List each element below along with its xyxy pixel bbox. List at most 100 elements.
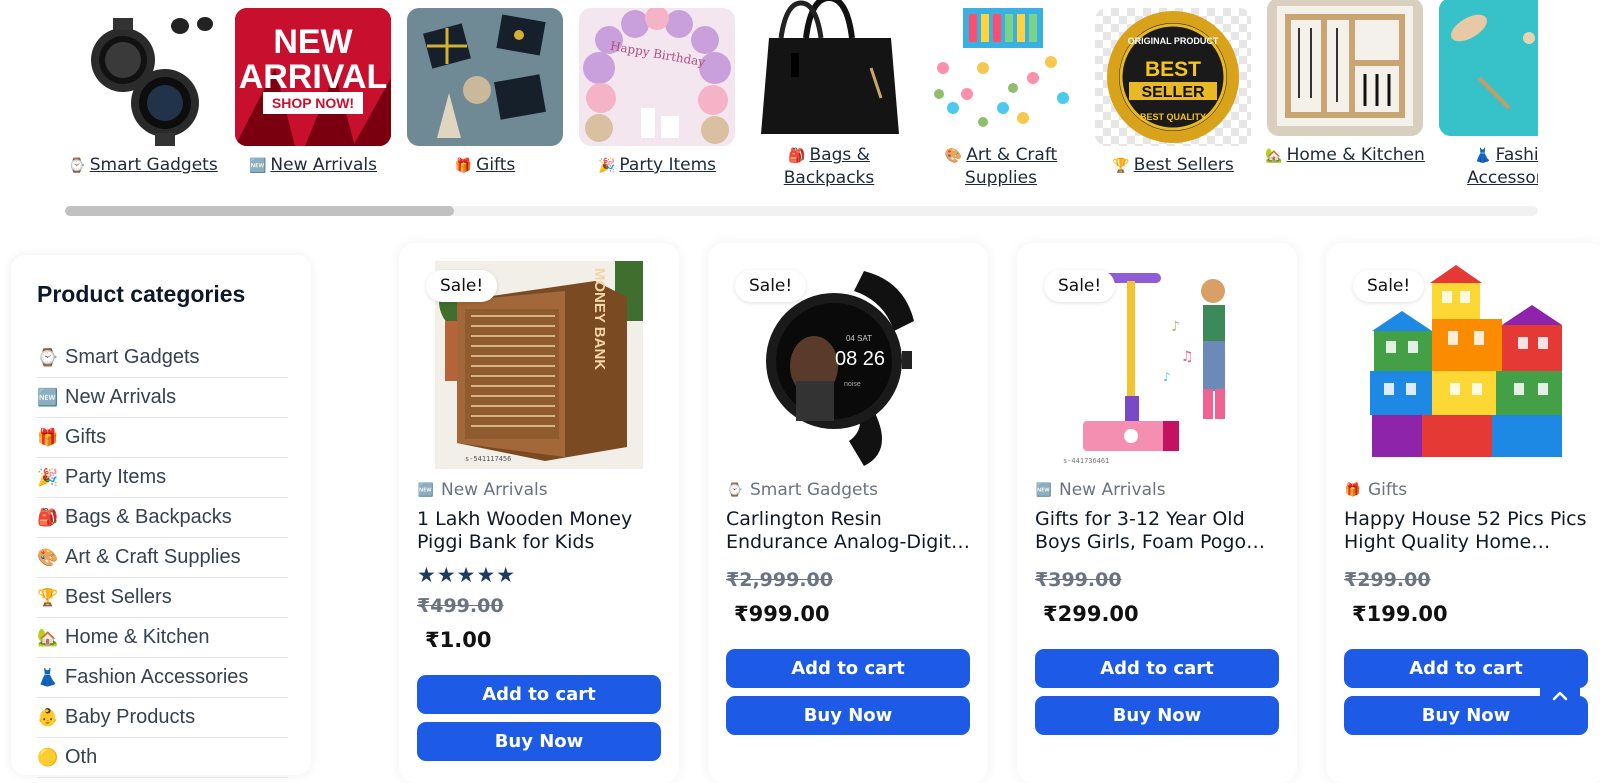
sidebar-item-bags[interactable]: 🎒 Bags & Backpacks: [37, 498, 288, 538]
watch-date: 04 SAT: [846, 334, 872, 343]
sidebar-item-gifts[interactable]: 🎁 Gifts: [37, 418, 288, 458]
watch-icon: ⌚: [37, 347, 59, 367]
sidebar-item-party-items[interactable]: 🎉 Party Items: [37, 458, 288, 498]
seal-main-text-1: BEST: [1145, 58, 1201, 81]
original-price: ₹299.00: [1344, 569, 1431, 591]
gift-icon: 🎁: [1344, 482, 1362, 498]
new-badge-icon: 🆕: [417, 482, 435, 498]
sidebar-item-label: Baby Products: [65, 706, 196, 728]
sidebar-item-label: Art & Craft Supplies: [65, 546, 241, 568]
product-title[interactable]: Carlington Resin Endurance Analog-Digita…: [726, 508, 971, 554]
best-sellers-image[interactable]: ORIGINAL PRODUCT BEST SELLER BEST QUALIT…: [1095, 8, 1251, 146]
sidebar-item-label: Party Items: [65, 466, 167, 488]
carousel-link-new-arrivals[interactable]: 🆕 New Arrivals: [229, 154, 397, 177]
product-card: ♪ ♫ ♪ s-441736461 Sale! 🆕 New Arrivals Gi…: [1017, 243, 1297, 783]
rating-stars: ★★★★★: [417, 563, 517, 587]
buy-now-button[interactable]: Buy Now: [417, 722, 661, 761]
house-icon: 🏡: [1265, 148, 1283, 164]
chevron-up-icon: [1552, 691, 1568, 701]
image-code: s-441736461: [1063, 457, 1109, 465]
sidebar-item-baby-products[interactable]: 👶 Baby Products: [37, 698, 288, 738]
add-to-cart-button[interactable]: Add to cart: [417, 675, 661, 714]
original-price: ₹499.00: [417, 595, 504, 617]
add-to-cart-button[interactable]: Add to cart: [1035, 649, 1279, 688]
sale-badge: Sale!: [1044, 270, 1116, 302]
carousel-link-art-craft[interactable]: 🎨 Art & Craft Supplies: [917, 144, 1085, 189]
bags-image[interactable]: [751, 0, 907, 136]
fashion-image[interactable]: [1439, 0, 1538, 136]
scroll-to-top-button[interactable]: [1540, 676, 1580, 716]
sale-price: ₹299.00: [1043, 602, 1139, 626]
carousel-link-party-items[interactable]: 🎉 Party Items: [573, 154, 741, 177]
carousel-label: Gifts: [476, 155, 516, 175]
product-category-label: New Arrivals: [1059, 480, 1166, 500]
buy-now-button[interactable]: Buy Now: [726, 696, 970, 735]
category-carousel[interactable]: ⌚ Smart Gadgets NEW ARRIVAL SHOP NOW! 🆕 Ne…: [65, 0, 1538, 200]
carousel-link-bags[interactable]: 🎒 Bags & Backpacks: [745, 144, 913, 189]
sidebar-item-art-craft[interactable]: 🎨 Art & Craft Supplies: [37, 538, 288, 578]
carousel-link-gifts[interactable]: 🎁 Gifts: [401, 154, 569, 177]
sale-price: ₹199.00: [1352, 602, 1448, 626]
palette-icon: 🎨: [944, 148, 963, 164]
watch-icon: ⌚: [68, 158, 86, 174]
new-badge-icon: 🆕: [248, 158, 267, 174]
sale-badge: Sale!: [1353, 270, 1425, 302]
trophy-icon: 🏆: [37, 587, 59, 607]
product-category[interactable]: 🆕 New Arrivals: [417, 480, 548, 500]
product-category[interactable]: 🆕 New Arrivals: [1035, 480, 1166, 500]
carousel-link-home-kitchen[interactable]: 🏡 Home & Kitchen: [1261, 144, 1429, 167]
carousel-scrollbar-thumb[interactable]: [65, 206, 454, 216]
carousel-scrollbar[interactable]: [65, 206, 1538, 216]
circle-icon: 🟡: [37, 747, 59, 767]
sidebar-item-smart-gadgets[interactable]: ⌚ Smart Gadgets: [37, 338, 288, 378]
new-arrival-line1: NEW: [273, 23, 353, 61]
dress-icon: 👗: [1474, 148, 1492, 164]
home-kitchen-image[interactable]: [1267, 0, 1423, 136]
carousel-label: Best Sellers: [1133, 155, 1234, 175]
sidebar-item-label: Oth: [65, 746, 98, 768]
gift-icon: 🎁: [37, 427, 59, 447]
new-arrivals-image[interactable]: NEW ARRIVAL SHOP NOW!: [235, 8, 391, 146]
money-bank-label: MONEY BANK: [591, 268, 608, 370]
new-badge-icon: 🆕: [37, 387, 59, 407]
sidebar-item-new-arrivals[interactable]: 🆕 New Arrivals: [37, 378, 288, 418]
carousel-link-best-sellers[interactable]: 🏆 Best Sellers: [1089, 154, 1257, 177]
palette-icon: 🎨: [37, 547, 59, 567]
smart-gadgets-image[interactable]: [65, 8, 221, 146]
sale-price: ₹1.00: [425, 628, 492, 652]
product-title[interactable]: Gifts for 3-12 Year Old Boys Girls, Foam…: [1035, 508, 1280, 554]
dress-icon: 👗: [37, 667, 59, 687]
party-items-image[interactable]: Happy Birthday: [579, 8, 735, 146]
add-to-cart-button[interactable]: Add to cart: [726, 649, 970, 688]
sale-price: ₹999.00: [734, 602, 830, 626]
carousel-label: Home & Kitchen: [1286, 145, 1425, 165]
svg-text:♫: ♫: [1181, 349, 1194, 365]
carousel-label: Smart Gadgets: [89, 155, 218, 175]
sidebar-title: Product categories: [37, 281, 246, 307]
sidebar-item-label: Smart Gadgets: [65, 346, 200, 368]
sidebar-item-label: Bags & Backpacks: [65, 506, 232, 528]
product-category[interactable]: ⌚ Smart Gadgets: [726, 480, 878, 500]
carousel-label: Party Items: [619, 155, 717, 175]
svg-text:♪: ♪: [1163, 370, 1171, 384]
art-craft-image[interactable]: [923, 0, 1079, 136]
buy-now-button[interactable]: Buy Now: [1035, 696, 1279, 735]
sidebar-item-other[interactable]: 🟡 Oth: [37, 738, 288, 778]
product-title[interactable]: 1 Lakh Wooden Money Piggi Bank for Kids: [417, 508, 662, 554]
sidebar-item-best-sellers[interactable]: 🏆 Best Sellers: [37, 578, 288, 618]
sidebar-item-home-kitchen[interactable]: 🏡 Home & Kitchen: [37, 618, 288, 658]
sidebar-category-list: ⌚ Smart Gadgets 🆕 New Arrivals 🎁 Gifts 🎉 Par…: [37, 338, 288, 778]
sidebar-item-label: Home & Kitchen: [65, 626, 210, 648]
product-category[interactable]: 🎁 Gifts: [1344, 480, 1407, 500]
sidebar-item-fashion[interactable]: 👗 Fashion Accessories: [37, 658, 288, 698]
original-price: ₹399.00: [1035, 569, 1122, 591]
product-title[interactable]: Happy House 52 Pics Pics Hight Quality H…: [1344, 508, 1589, 554]
carousel-label: New Arrivals: [270, 155, 377, 175]
gifts-image[interactable]: [407, 8, 563, 146]
watch-time: 08 26: [835, 348, 885, 370]
product-card: MONEY BANK s-541117456 Sale! 🆕 New Arriva…: [399, 243, 679, 783]
carousel-link-fashion[interactable]: 👗Fashion Accessories: [1433, 144, 1538, 189]
carousel-link-smart-gadgets[interactable]: ⌚ Smart Gadgets: [65, 154, 227, 177]
sale-badge: Sale!: [735, 270, 807, 302]
backpack-icon: 🎒: [37, 507, 59, 527]
